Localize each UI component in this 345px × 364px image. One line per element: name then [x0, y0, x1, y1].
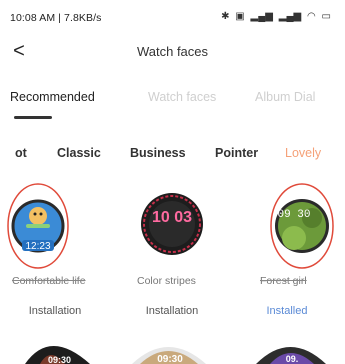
- character-icon: [29, 207, 47, 225]
- installed-label: Installed: [266, 305, 308, 317]
- install-button[interactable]: Installation: [117, 305, 227, 317]
- face-name: Forest girl: [260, 275, 307, 287]
- watch-face-card[interactable]: 12:23 Comfortable life: [4, 174, 114, 296]
- tab-album-dial[interactable]: Album Dial: [255, 90, 315, 104]
- status-icons: ✱ ▣ ▂▄▆ ▂▄▆ ◠ ▭: [218, 11, 331, 22]
- page-title: Watch faces: [136, 44, 209, 59]
- signal-icon: ▂▄▆: [250, 11, 273, 22]
- status-time: 10:08 AM | 7.8KB/s: [10, 12, 102, 24]
- watch-face-preview: 09 30: [270, 183, 334, 269]
- face-time: 10 03: [152, 209, 192, 226]
- category-partial[interactable]: ot: [15, 146, 27, 160]
- nfc-icon: ▣: [235, 11, 245, 22]
- watch-face-preview: 10 03: [141, 193, 203, 255]
- tab-indicator: [14, 116, 52, 119]
- tab-recommended[interactable]: Recommended: [10, 90, 95, 104]
- category-bar: ot Classic Business Pointer Lovely: [0, 146, 345, 164]
- bluetooth-icon: ✱: [221, 11, 230, 22]
- wifi-icon: ◠: [307, 11, 316, 22]
- face-name: Color stripes: [137, 275, 196, 287]
- watch-face-card[interactable]: 09:30: [130, 336, 210, 364]
- watch-face-card[interactable]: 10 03 Color stripes: [117, 174, 227, 296]
- top-tabs: Recommended Watch faces Album Dial: [0, 90, 345, 110]
- face-time: 09.: [286, 354, 299, 364]
- category-lovely[interactable]: Lovely: [285, 146, 321, 160]
- category-business[interactable]: Business: [130, 146, 186, 160]
- watch-face-preview: 12:23: [7, 183, 69, 269]
- face-name: Comfortable life: [12, 275, 86, 287]
- category-classic[interactable]: Classic: [57, 146, 101, 160]
- face-time: 09:30: [157, 354, 183, 364]
- face-time: 09 30: [277, 209, 310, 221]
- watch-face-card[interactable]: 09:30: [20, 336, 100, 364]
- install-button[interactable]: Installation: [0, 305, 110, 317]
- face-time: 12:23: [25, 241, 50, 252]
- watch-face-card[interactable]: 09.: [252, 336, 332, 364]
- category-pointer[interactable]: Pointer: [215, 146, 258, 160]
- face-time: 09:30: [48, 355, 71, 364]
- signal-icon: ▂▄▆: [278, 11, 302, 22]
- tab-watch-faces[interactable]: Watch faces: [148, 90, 216, 104]
- battery-icon: ▭: [321, 11, 331, 22]
- watch-face-card[interactable]: 09 30 Forest girl: [232, 174, 342, 296]
